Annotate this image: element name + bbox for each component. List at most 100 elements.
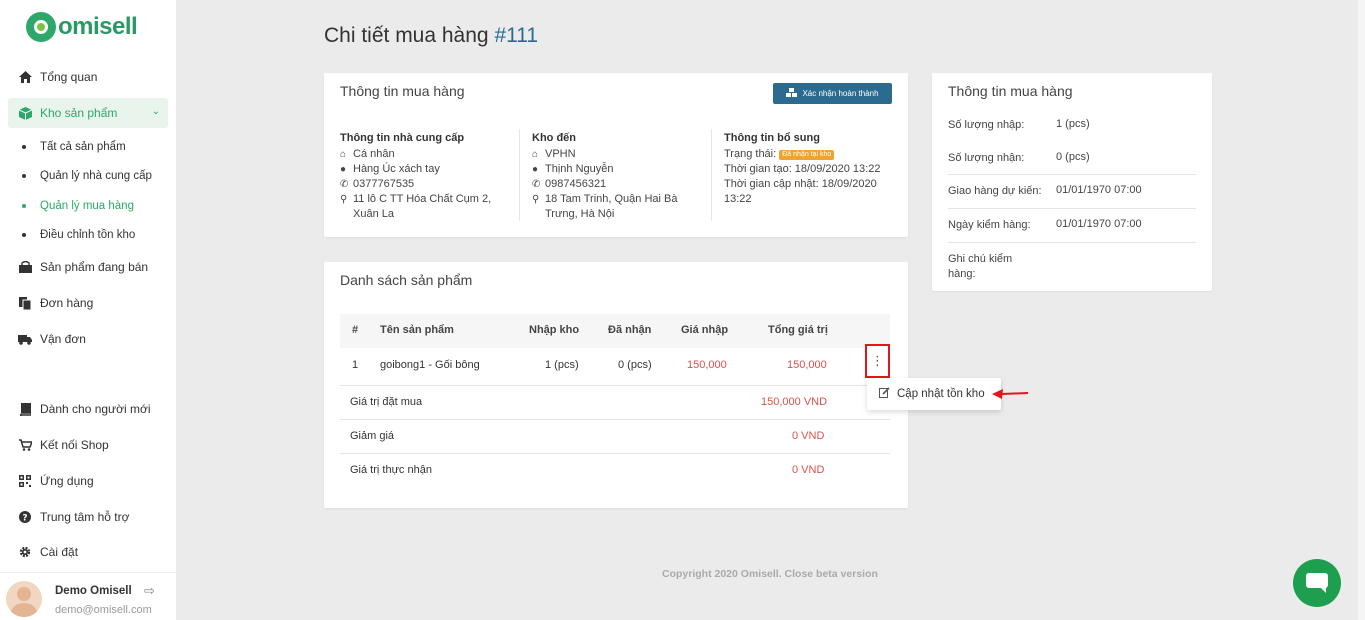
col-import: Nhập kho	[529, 324, 580, 336]
purchase-number: #111	[494, 24, 539, 47]
sidebar-subitem-all-products[interactable]: Tất cả sản phẩm	[22, 136, 168, 158]
sidebar-item-apps[interactable]: Ứng dụng	[8, 466, 168, 496]
confirm-complete-button[interactable]: Xác nhận hoàn thành	[773, 83, 892, 104]
omisell-logo[interactable]: omisell	[26, 12, 138, 42]
divider	[519, 129, 520, 221]
logo-icon	[26, 12, 56, 42]
chevron-down-icon: ⌄	[151, 106, 160, 117]
shop-icon	[18, 260, 32, 274]
product-list-card: Danh sách sản phẩm # Tên sản phẩm Nhập k…	[324, 262, 908, 508]
sidebar-item-settings[interactable]: Cài đặt	[8, 537, 168, 567]
sidebar-item-orders[interactable]: Đơn hàng	[8, 288, 168, 318]
qr-icon	[18, 474, 32, 488]
update-stock-menu-item[interactable]: Cập nhật tồn kho	[867, 378, 1001, 410]
book-icon	[18, 402, 32, 416]
divider	[948, 174, 1196, 175]
col-index: #	[352, 324, 359, 336]
sidebar-item-label: Ứng dụng	[40, 474, 94, 488]
col-price: Giá nhập	[681, 324, 729, 336]
sidebar-item-label: Dành cho người mới	[40, 402, 151, 416]
copy-icon	[18, 296, 32, 310]
divider	[340, 453, 890, 454]
cubes-icon	[786, 88, 798, 99]
map-pin-icon: ⚲	[340, 194, 348, 205]
row-actions-button[interactable]: ⋮	[865, 344, 890, 378]
edit-icon	[879, 387, 890, 401]
sidebar: omisell Tổng quan Kho sản phẩm ⌄ Tất cả …	[0, 0, 176, 620]
card-title: Thông tin mua hàng	[340, 83, 465, 99]
divider	[340, 385, 890, 386]
warehouse-info: Kho đến ⌂ VPHN ● Thịnh Nguyễn ✆ 0987456321 …	[532, 131, 692, 222]
divider	[711, 129, 712, 221]
extra-info: Thông tin bổ sung Trạng thái: Đã nhận tạ…	[724, 131, 894, 207]
phone-icon: ✆	[340, 179, 349, 190]
map-pin-icon: ⚲	[532, 194, 540, 205]
user-icon: ●	[340, 164, 347, 175]
col-received: Đã nhận	[608, 324, 652, 336]
help-icon: ?	[18, 510, 32, 524]
status-badge: Đã nhận tại kho	[779, 150, 835, 160]
sidebar-item-overview[interactable]: Tổng quan	[8, 62, 168, 92]
scrollbar[interactable]	[1358, 0, 1365, 620]
sidebar-subitem-stock-adjust[interactable]: Điều chỉnh tồn kho	[22, 224, 168, 246]
sidebar-subitem-label: Quản lý nhà cung cấp	[40, 170, 152, 182]
user-icon: ●	[532, 164, 539, 175]
sidebar-item-selling[interactable]: Sản phẩm đang bán	[8, 252, 168, 282]
bullet-icon	[22, 233, 26, 237]
sidebar-subitem-label: Điều chỉnh tồn kho	[40, 229, 136, 241]
home-icon: ⌂	[532, 149, 539, 160]
sidebar-item-label: Trung tâm hỗ trợ	[40, 510, 130, 524]
sidebar-subitem-label: Tất cả sản phẩm	[40, 141, 126, 153]
table-header: # Tên sản phẩm Nhập kho Đã nhận Giá nhập…	[340, 314, 890, 348]
supplier-heading: Thông tin nhà cung cấp	[340, 132, 465, 144]
logo-text: omisell	[58, 13, 138, 40]
product-name[interactable]: goibong1 - Gối bông	[380, 359, 480, 371]
cart-icon	[18, 438, 32, 452]
logout-icon[interactable]: ⇨	[144, 583, 155, 599]
sidebar-item-newcomers[interactable]: Dành cho người mới	[8, 394, 168, 424]
bullet-icon	[22, 204, 26, 208]
sidebar-item-label: Cài đặt	[40, 545, 79, 559]
supplier-info: Thông tin nhà cung cấp ⌂ Cá nhân ● Hàng Úc…	[340, 131, 500, 222]
home-icon	[18, 70, 32, 84]
sidebar-item-help[interactable]: ? Trung tâm hỗ trợ	[8, 502, 168, 532]
col-total: Tổng giá trị	[768, 324, 828, 336]
col-name: Tên sản phẩm	[380, 324, 454, 336]
warehouse-heading: Kho đến	[532, 132, 576, 144]
chat-bubble-icon[interactable]	[1293, 559, 1341, 607]
purchase-info-card: Thông tin mua hàng Xác nhận hoàn thành T…	[324, 73, 908, 237]
avatar[interactable]	[6, 581, 42, 617]
svg-text:?: ?	[22, 514, 27, 524]
footer-copyright: Copyright 2020 Omisell. Close beta versi…	[662, 568, 878, 580]
sidebar-item-shipments[interactable]: Vận đơn	[8, 324, 168, 354]
page-title: Chi tiết mua hàng #111	[324, 24, 539, 47]
card-title: Danh sách sản phẩm	[340, 272, 473, 288]
sidebar-item-label: Đơn hàng	[40, 296, 94, 310]
user-panel: Demo Omisell demo@omisell.com ⇨	[0, 572, 176, 620]
bullet-icon	[22, 174, 26, 178]
bullet-icon	[22, 145, 26, 149]
sidebar-item-label: Kho sản phẩm	[40, 106, 118, 120]
divider	[948, 208, 1196, 209]
phone-icon: ✆	[532, 179, 541, 190]
sidebar-item-label: Tổng quan	[40, 70, 98, 84]
user-email: demo@omisell.com	[55, 604, 152, 616]
user-name: Demo Omisell	[55, 585, 132, 597]
annotation-arrow-icon	[992, 389, 1029, 399]
extra-heading: Thông tin bổ sung	[724, 132, 820, 144]
sidebar-item-label: Kết nối Shop	[40, 438, 109, 452]
divider	[340, 419, 890, 420]
created-time: Thời gian tạo: 18/09/2020 13:22	[724, 163, 881, 175]
purchase-summary-card: Thông tin mua hàng Số lượng nhập: 1 (pcs…	[932, 73, 1212, 291]
sidebar-subitem-suppliers[interactable]: Quản lý nhà cung cấp	[22, 165, 168, 187]
sidebar-subitem-label: Quản lý mua hàng	[40, 200, 134, 212]
sidebar-item-connect-shop[interactable]: Kết nối Shop	[8, 430, 168, 460]
sidebar-item-label: Vận đơn	[40, 332, 86, 346]
sidebar-item-products[interactable]: Kho sản phẩm ⌄	[8, 98, 168, 128]
box-icon	[18, 106, 32, 120]
divider	[948, 242, 1196, 243]
updated-time: Thời gian cập nhật: 18/09/2020 13:22	[724, 178, 877, 205]
gear-icon	[18, 545, 32, 559]
home-icon: ⌂	[340, 149, 347, 160]
sidebar-subitem-purchases[interactable]: Quản lý mua hàng	[22, 195, 168, 217]
